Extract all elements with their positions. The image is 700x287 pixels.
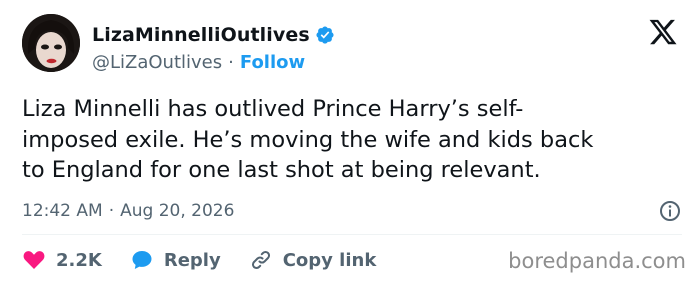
display-name[interactable]: LizaMinnelliOutlives — [92, 24, 310, 46]
follow-button[interactable]: Follow — [240, 52, 305, 73]
tweet-line: imposed exile. He’s moving the wife and … — [22, 126, 594, 153]
handle[interactable]: @LiZaOutlives — [92, 52, 222, 73]
display-name-row: LizaMinnelliOutlives — [92, 22, 335, 48]
copy-link-label: Copy link — [282, 249, 377, 271]
watermark: boredpanda.com — [508, 249, 686, 273]
divider — [22, 234, 682, 235]
like-button[interactable]: 2.2K — [22, 248, 102, 272]
reply-button[interactable]: Reply — [130, 248, 221, 272]
tweet-line: to England for one last shot at being re… — [22, 157, 541, 183]
meta-separator: · — [108, 201, 115, 221]
tweet-time[interactable]: 12:42 AM — [22, 201, 103, 221]
handle-row: @LiZaOutlives · Follow — [92, 52, 305, 73]
tweet-meta: 12:42 AM · Aug 20, 2026 — [22, 199, 682, 223]
tweet-date[interactable]: Aug 20, 2026 — [120, 201, 234, 221]
verified-badge-icon — [316, 26, 334, 44]
like-count: 2.2K — [56, 249, 102, 271]
link-icon — [251, 250, 270, 270]
tweet-line: Liza Minnelli has outlived Prince Harry’… — [22, 96, 524, 122]
reply-label: Reply — [163, 249, 221, 271]
avatar-image — [22, 14, 80, 72]
heart-icon — [23, 251, 45, 269]
tweet-text: Liza Minnelli has outlived Prince Harry’… — [22, 94, 682, 186]
handle-separator: · — [228, 52, 234, 73]
x-logo-icon[interactable] — [648, 17, 678, 47]
copy-link-button[interactable]: Copy link — [249, 248, 377, 272]
action-bar: 2.2K Reply Copy link — [22, 246, 404, 274]
avatar[interactable] — [22, 14, 80, 72]
info-icon[interactable] — [658, 199, 682, 223]
tweet-header: LizaMinnelliOutlives @LiZaOutlives · Fol… — [22, 14, 682, 76]
reply-bubble-icon — [132, 251, 152, 269]
